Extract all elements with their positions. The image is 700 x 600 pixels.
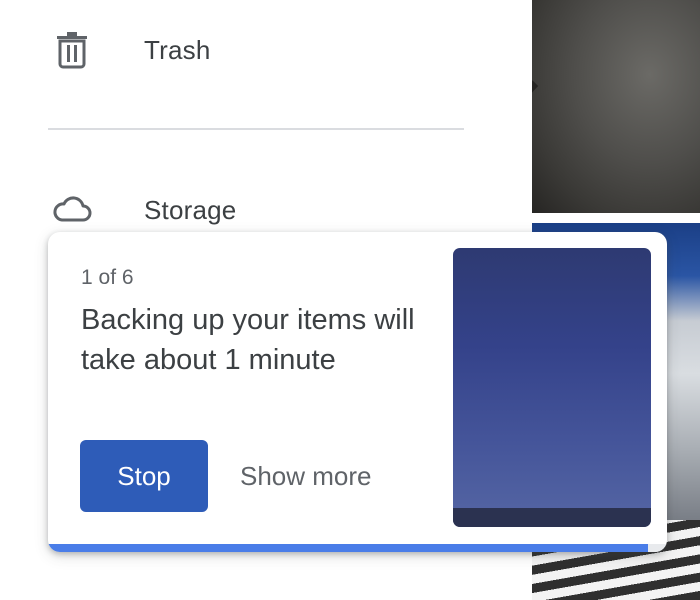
backup-message: Backing up your items will take about 1 … <box>81 304 415 376</box>
drawer-divider <box>48 128 464 130</box>
backup-progress-bar <box>48 544 649 552</box>
sidebar-item-label: Trash <box>144 35 211 65</box>
photo-thumbnail[interactable] <box>532 0 700 213</box>
backup-counter: 1 of 6 <box>81 266 134 289</box>
preview-caption-bar <box>453 508 651 527</box>
sidebar-item-trash[interactable]: Trash <box>0 10 520 90</box>
stop-button[interactable]: Stop <box>80 440 208 512</box>
trash-icon <box>57 32 87 69</box>
sidebar-item-label: Storage <box>144 195 237 225</box>
backup-preview-thumbnail <box>453 248 651 527</box>
backup-progress-track <box>48 544 667 552</box>
cloud-icon <box>53 196 92 222</box>
show-more-button[interactable]: Show more <box>220 440 392 512</box>
backup-progress-card: 1 of 6 Backing up your items will take a… <box>48 232 667 552</box>
